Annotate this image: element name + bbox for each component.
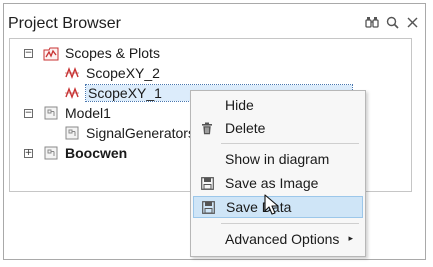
tree-item-scopes-plots[interactable]: − Scopes & Plots	[24, 44, 160, 62]
menu-separator	[221, 143, 359, 144]
menu-item-show-in-diagram[interactable]: Show in diagram	[193, 148, 363, 170]
menu-separator	[221, 223, 359, 224]
menu-item-label: Advanced Options	[225, 231, 340, 247]
tree-item-signalgenerators[interactable]: SignalGenerators	[64, 124, 195, 142]
search-icon[interactable]	[385, 15, 399, 29]
menu-item-label: Hide	[225, 97, 254, 113]
menu-item-label: Show in diagram	[225, 151, 330, 167]
tree-item-model1[interactable]: − Model1	[24, 104, 111, 122]
tree-item-label: Scopes & Plots	[65, 45, 160, 61]
binoculars-icon[interactable]	[365, 15, 379, 29]
tree-item-label: ScopeXY_2	[86, 65, 160, 81]
scope-icon	[64, 65, 80, 81]
tree-item-label: SignalGenerators	[86, 125, 195, 141]
scope-icon	[64, 85, 80, 101]
tree-item-boocwen[interactable]: + Boocwen	[24, 144, 127, 162]
menu-item-label: Save as Image	[225, 175, 319, 191]
menu-item-hide[interactable]: Hide	[193, 94, 363, 116]
trash-icon	[200, 121, 214, 135]
context-menu: Hide Delete Show in diagram Save as Imag…	[190, 90, 366, 257]
model-icon	[43, 105, 59, 121]
tree-item-label: Boocwen	[65, 145, 128, 161]
tree-item-label: Model1	[65, 105, 111, 121]
menu-item-save-as-image[interactable]: Save as Image	[193, 172, 363, 194]
collapse-toggle[interactable]: −	[24, 108, 33, 118]
menu-item-label: Delete	[225, 120, 266, 136]
collapse-toggle[interactable]: −	[24, 48, 33, 58]
panel-header-icons	[365, 15, 419, 29]
mouse-pointer-icon	[264, 194, 282, 216]
save-icon	[200, 176, 214, 190]
submenu-arrow-icon: ▸	[348, 234, 353, 244]
scopes-folder-icon	[43, 45, 59, 61]
expand-toggle[interactable]: +	[24, 148, 33, 158]
model-icon	[64, 125, 80, 141]
close-icon[interactable]	[405, 15, 419, 29]
menu-item-delete[interactable]: Delete	[193, 117, 363, 139]
menu-item-advanced-options[interactable]: Advanced Options ▸	[193, 228, 363, 250]
model-icon	[43, 145, 59, 161]
save-icon	[201, 200, 215, 214]
tree-item-scopexy-2[interactable]: ScopeXY_2	[64, 64, 160, 82]
panel-title: Project Browser	[8, 15, 121, 32]
